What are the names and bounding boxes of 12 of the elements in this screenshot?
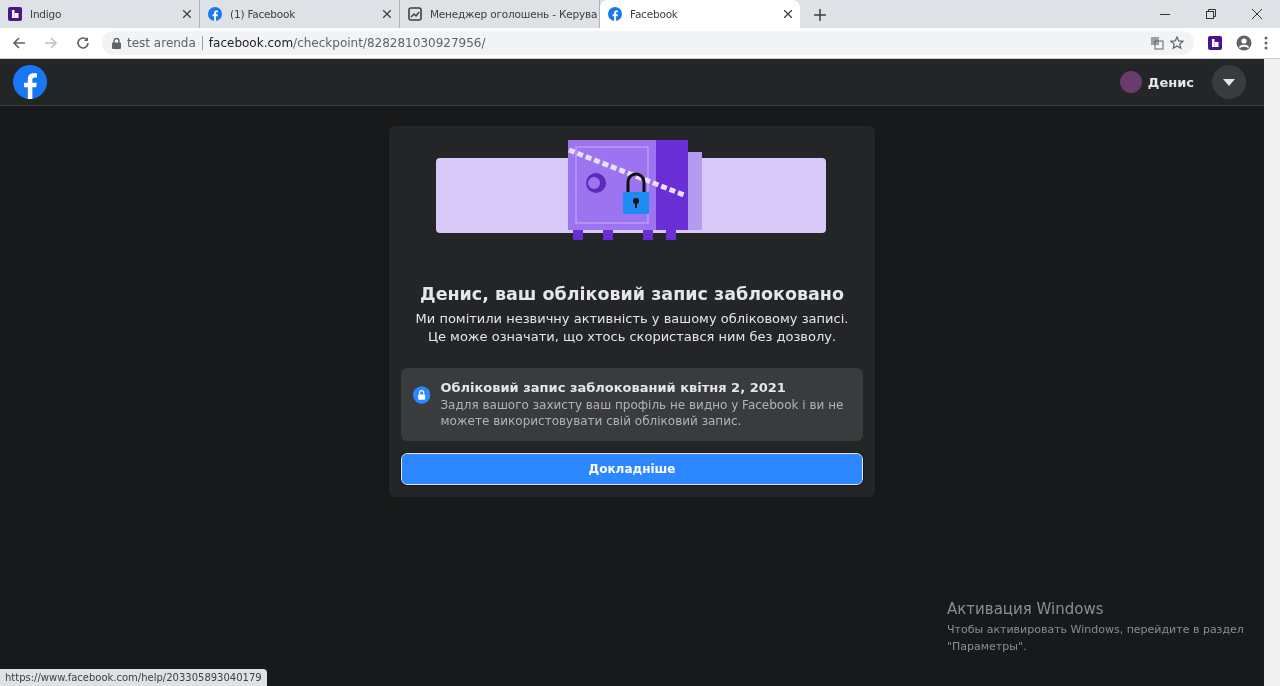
- notice-text: Задля вашого захисту ваш профіль не видно у Facebook і ви не можете використовувати свій обліковий запис.: [440, 397, 845, 429]
- profile-link[interactable]: Денис: [1111, 67, 1202, 97]
- page-url: facebook.com/checkpoint/828281030927956/: [208, 36, 486, 50]
- notice-title: Обліковий запис заблокований квітня 2, 2021: [440, 380, 787, 395]
- browser-tab[interactable]: Facebook: [600, 0, 800, 28]
- site-label: test arenda: [127, 36, 196, 50]
- activation-text: Чтобы активировать Windows, перейдите в раздел "Параметры".: [947, 622, 1245, 655]
- status-url: https://www.facebook.com/help/203305893040179: [0, 669, 267, 686]
- card-title: Денис, ваш обліковий запис заблоковано: [420, 284, 844, 304]
- address-bar[interactable]: test arenda facebook.com/checkpoint/828281030927956/: [102, 31, 1194, 55]
- activation-title: Активация Windows: [947, 600, 1105, 618]
- card-description: Ми помітили незвичну активність у вашому обліковому записі. Це може означати, що хтось скористався ним без дозволу.: [414, 310, 850, 346]
